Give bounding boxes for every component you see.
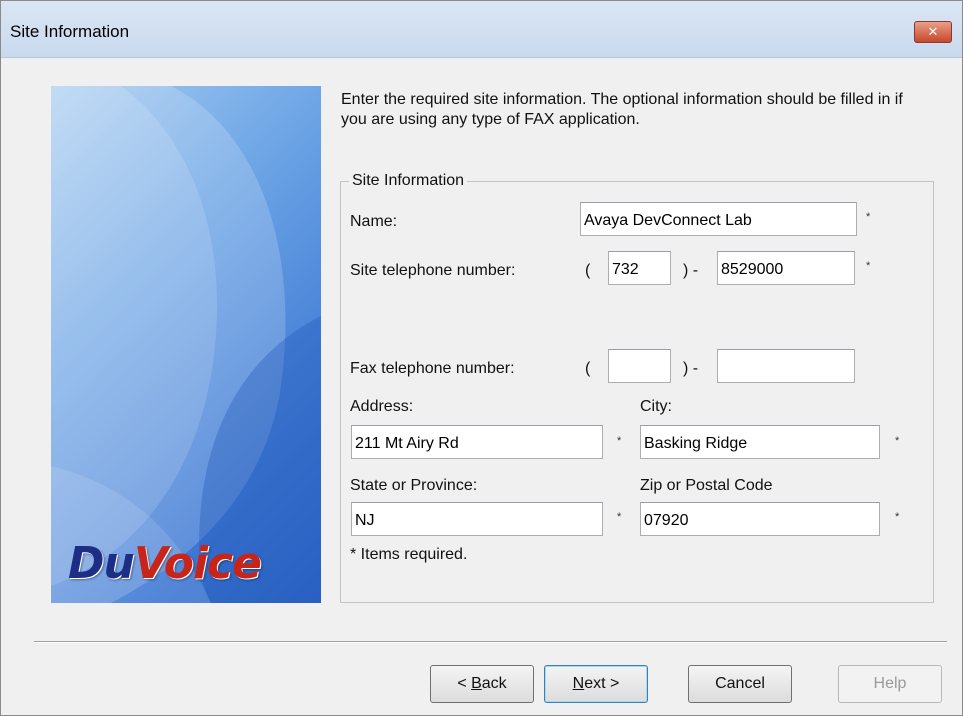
site-phone-required-mark: * — [866, 260, 871, 272]
state-field[interactable] — [351, 502, 603, 536]
site-area-code-field[interactable] — [608, 251, 671, 285]
fax-number-field[interactable] — [717, 349, 855, 383]
instructions-text: Enter the required site information. The… — [341, 91, 903, 128]
title-bar: Site Information ✕ — [1, 1, 962, 58]
site-phone-paren-close: ) - — [683, 262, 699, 279]
next-button-label: Next > — [572, 675, 620, 692]
city-label: City: — [640, 398, 672, 415]
fax-phone-paren-close: ) - — [683, 360, 699, 377]
required-note: * Items required. — [350, 546, 468, 563]
city-field[interactable] — [640, 425, 880, 459]
site-number-field[interactable] — [717, 251, 855, 285]
address-required-mark: * — [617, 435, 622, 447]
site-information-dialog: Site Information ✕ DuVoice Enter the req… — [0, 0, 963, 716]
zip-required-mark: * — [895, 511, 900, 523]
address-field[interactable] — [351, 425, 603, 459]
fax-area-code-field[interactable] — [608, 349, 671, 383]
next-button[interactable]: Next > — [544, 665, 648, 703]
close-button[interactable]: ✕ — [914, 21, 952, 43]
address-label: Address: — [350, 398, 414, 415]
back-button[interactable]: < Back — [430, 665, 534, 703]
state-required-mark: * — [617, 511, 622, 523]
name-field[interactable] — [580, 202, 857, 236]
help-button[interactable]: Help — [838, 665, 942, 703]
help-button-label: Help — [873, 675, 907, 692]
close-icon: ✕ — [927, 24, 939, 40]
cancel-button[interactable]: Cancel — [688, 665, 792, 703]
name-label: Name: — [350, 213, 398, 230]
duvoice-logo: DuVoice — [68, 538, 262, 589]
zip-label: Zip or Postal Code — [640, 477, 773, 494]
city-required-mark: * — [895, 435, 900, 447]
button-separator — [34, 641, 947, 643]
duvoice-banner: DuVoice — [51, 86, 321, 603]
state-label: State or Province: — [350, 477, 478, 494]
fax-phone-label: Fax telephone number: — [350, 360, 515, 377]
site-phone-label: Site telephone number: — [350, 262, 516, 279]
site-information-groupbox — [340, 181, 934, 603]
window-title: Site Information — [10, 22, 130, 41]
fax-phone-paren-open: ( — [585, 360, 591, 377]
banner-swoosh-art — [51, 86, 321, 603]
cancel-button-label: Cancel — [715, 675, 765, 692]
site-phone-paren-open: ( — [585, 262, 591, 279]
name-required-mark: * — [866, 211, 871, 223]
back-button-label: < Back — [457, 675, 507, 692]
groupbox-legend: Site Information — [349, 172, 468, 190]
zip-field[interactable] — [640, 502, 880, 536]
